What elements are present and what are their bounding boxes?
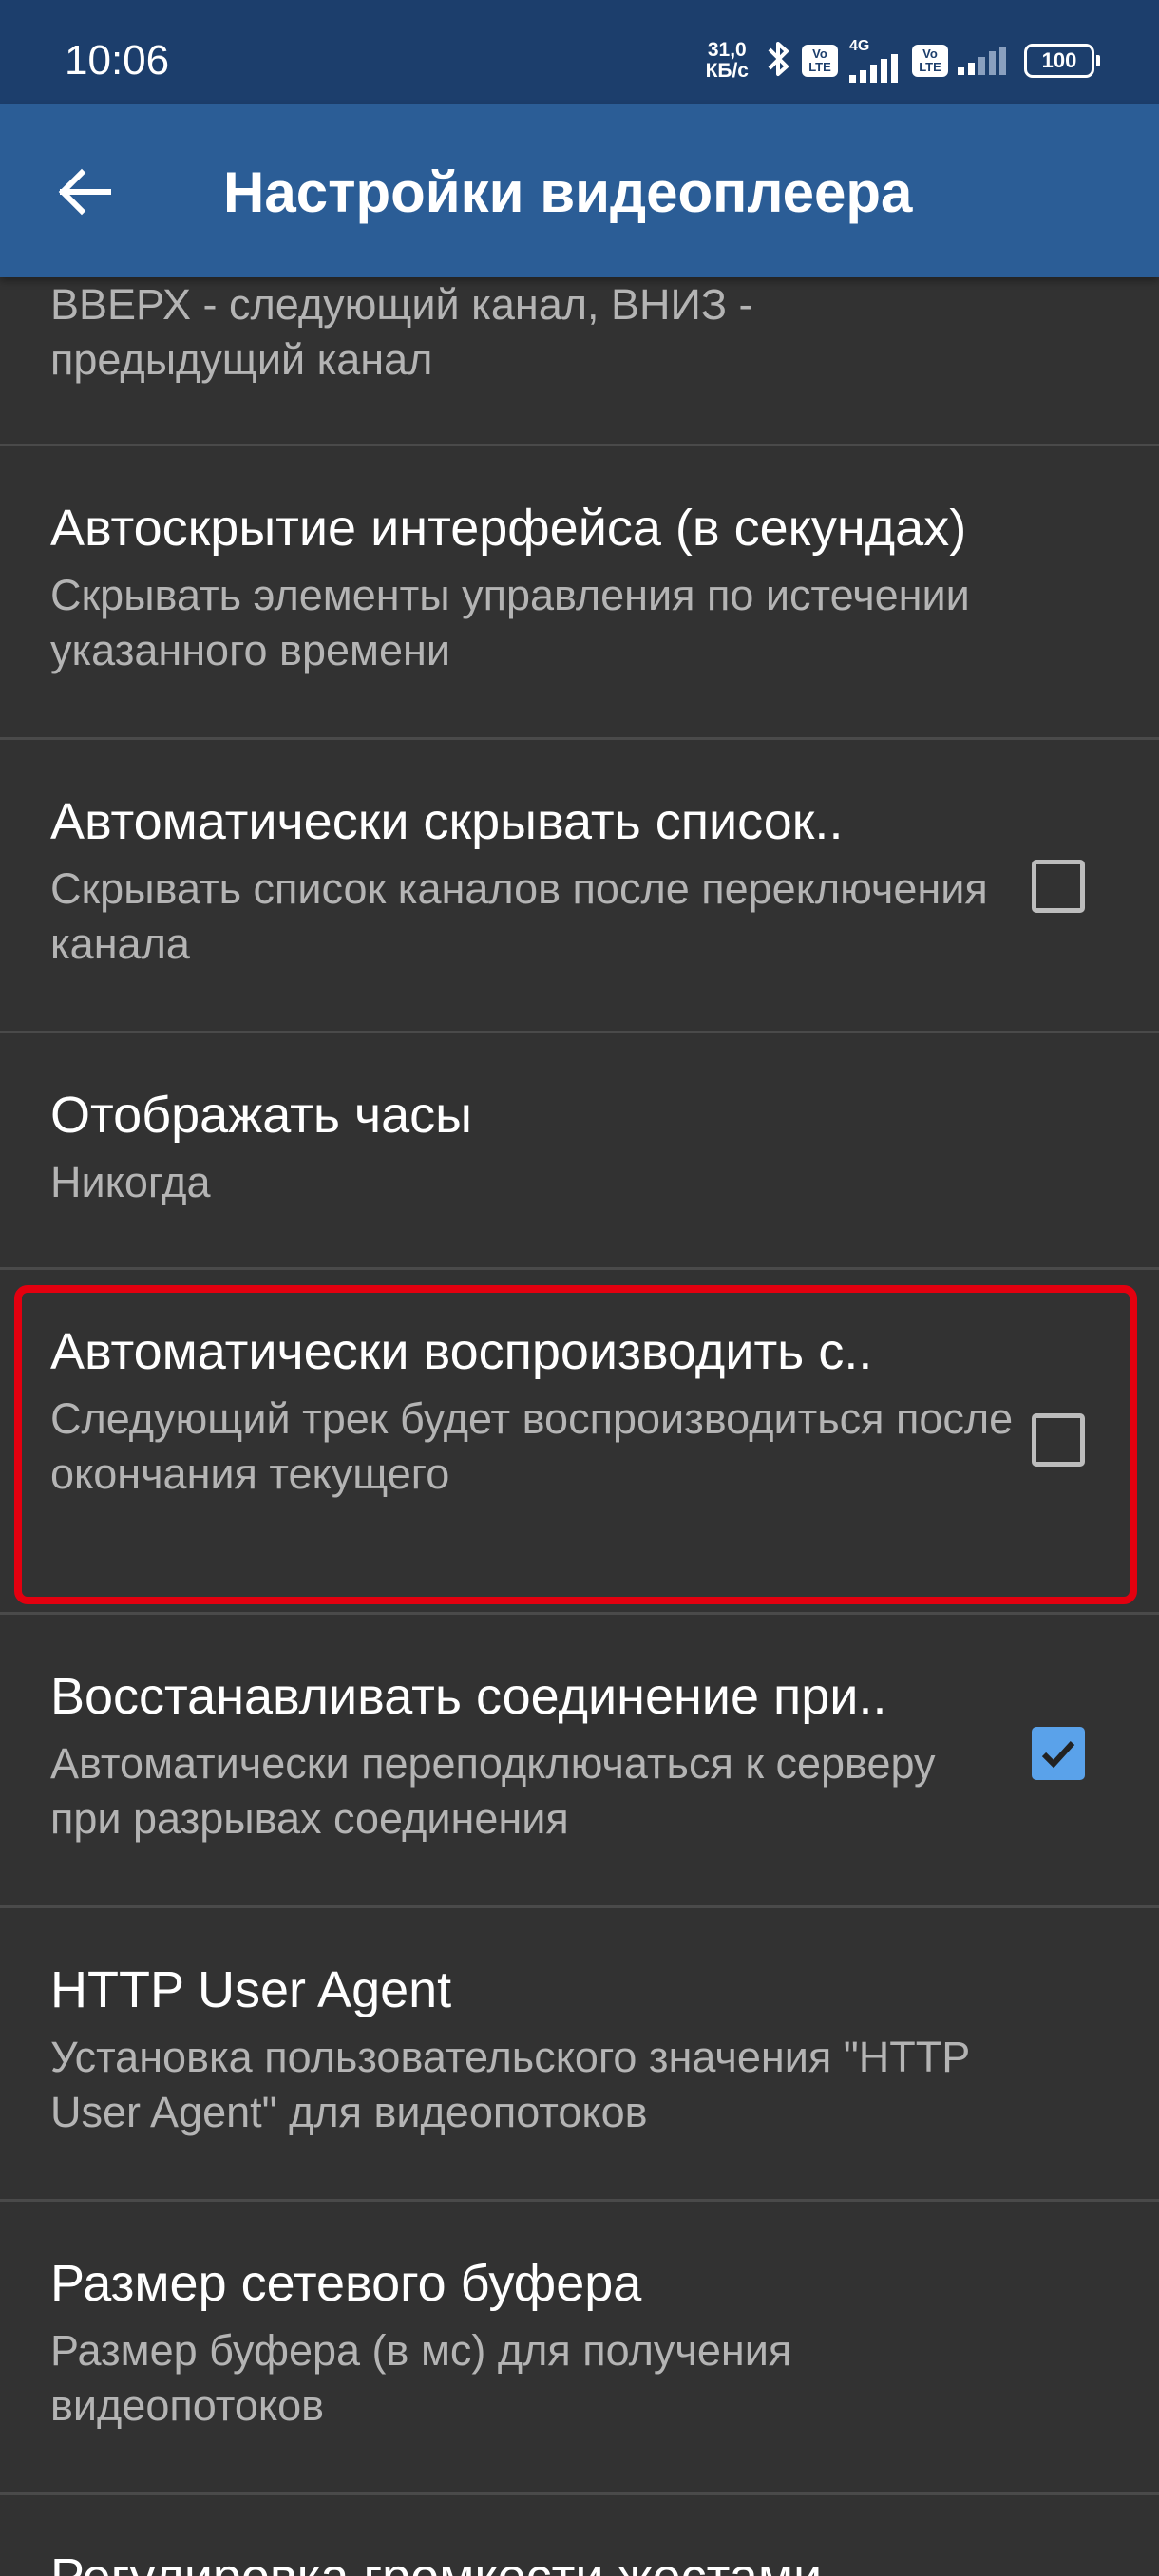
battery-level: 100 (1041, 48, 1077, 72)
setting-title: Автоматически воспроизводить с.. (50, 1323, 873, 1380)
setting-show-clock[interactable]: Отображать часы Никогда (0, 1033, 1159, 1267)
setting-autohide-channel-list[interactable]: Автоматически скрывать список.. Скрывать… (0, 740, 1159, 1031)
checkbox-unchecked[interactable] (1032, 1413, 1085, 1467)
volte-top-text-2: Vo (922, 47, 938, 61)
setting-channel-swipe[interactable]: ВВЕРХ - следующий канал, ВНИЗ - предыдущ… (0, 277, 1159, 444)
status-time: 10:06 (65, 37, 170, 84)
setting-reconnect[interactable]: Восстанавливать соединение при.. Автомат… (0, 1615, 1159, 1905)
app-bar: Настройки видеоплеера (0, 104, 1159, 277)
bluetooth-icon (766, 38, 792, 85)
volte-bottom-text-2: LTE (919, 60, 941, 74)
volte-bottom-text: LTE (808, 60, 831, 74)
signal-bars-weak-icon (958, 47, 1006, 75)
setting-summary: Следующий трек будет воспроизводиться по… (50, 1394, 1014, 1498)
setting-summary: Скрывать элементы управления по истечени… (50, 571, 970, 674)
setting-title: Автоскрытие интерфейса (в секундах) (50, 500, 967, 557)
signal-4g: 4G (849, 39, 901, 83)
network-speed-value: 31,0 (707, 39, 747, 61)
setting-summary: ВВЕРХ - следующий канал, ВНИЗ - предыдущ… (50, 280, 753, 384)
checkbox-checked[interactable] (1032, 1727, 1085, 1780)
setting-title: Восстанавливать соединение при.. (50, 1668, 887, 1725)
setting-title: Регулировка громкости жестами (50, 2546, 1016, 2576)
status-bar: 10:06 31,0 КБ/с Vo LTE 4G Vo LTE 100 (0, 0, 1159, 104)
setting-title: Отображать часы (50, 1087, 472, 1144)
page-title: Настройки видеоплеера (223, 161, 913, 224)
setting-http-user-agent[interactable]: HTTP User Agent Установка пользовательск… (0, 1908, 1159, 2199)
checkbox-unchecked[interactable] (1032, 860, 1085, 913)
setting-title: HTTP User Agent (50, 1961, 452, 2018)
network-type-label: 4G (849, 38, 870, 54)
volte-top-text: Vo (812, 47, 827, 61)
setting-summary: Никогда (50, 1158, 211, 1206)
setting-summary: Скрывать список каналов после переключен… (50, 864, 988, 968)
setting-gesture-volume[interactable]: Регулировка громкости жестами (0, 2495, 1159, 2576)
setting-summary: Автоматически переподключаться к серверу… (50, 1739, 936, 1843)
volte-icon: Vo LTE (802, 45, 838, 77)
setting-summary: Установка пользовательского значения "HT… (50, 2033, 970, 2136)
setting-autoplay-next[interactable]: Автоматически воспроизводить с.. Следующ… (0, 1270, 1159, 1612)
checkmark-icon (1041, 1740, 1075, 1769)
setting-title: Размер сетевого буфера (50, 2255, 642, 2312)
battery-icon: 100 (1024, 44, 1100, 78)
signal-bars-icon (849, 54, 898, 83)
volte-icon-2: Vo LTE (912, 45, 948, 77)
network-speed: 31,0 КБ/с (706, 40, 749, 82)
setting-title: Автоматически скрывать список.. (50, 793, 844, 850)
settings-list[interactable]: ВВЕРХ - следующий канал, ВНИЗ - предыдущ… (0, 277, 1159, 2576)
status-icons: 31,0 КБ/с Vo LTE 4G Vo LTE 100 (706, 36, 1100, 85)
back-button[interactable] (49, 158, 118, 226)
setting-summary: Размер буфера (в мс) для получения видео… (50, 2326, 792, 2430)
setting-network-buffer[interactable]: Размер сетевого буфера Размер буфера (в … (0, 2202, 1159, 2492)
setting-autohide-interface[interactable]: Автоскрытие интерфейса (в секундах) Скры… (0, 446, 1159, 737)
arrow-left-icon (58, 168, 111, 216)
network-speed-unit: КБ/с (705, 60, 749, 82)
